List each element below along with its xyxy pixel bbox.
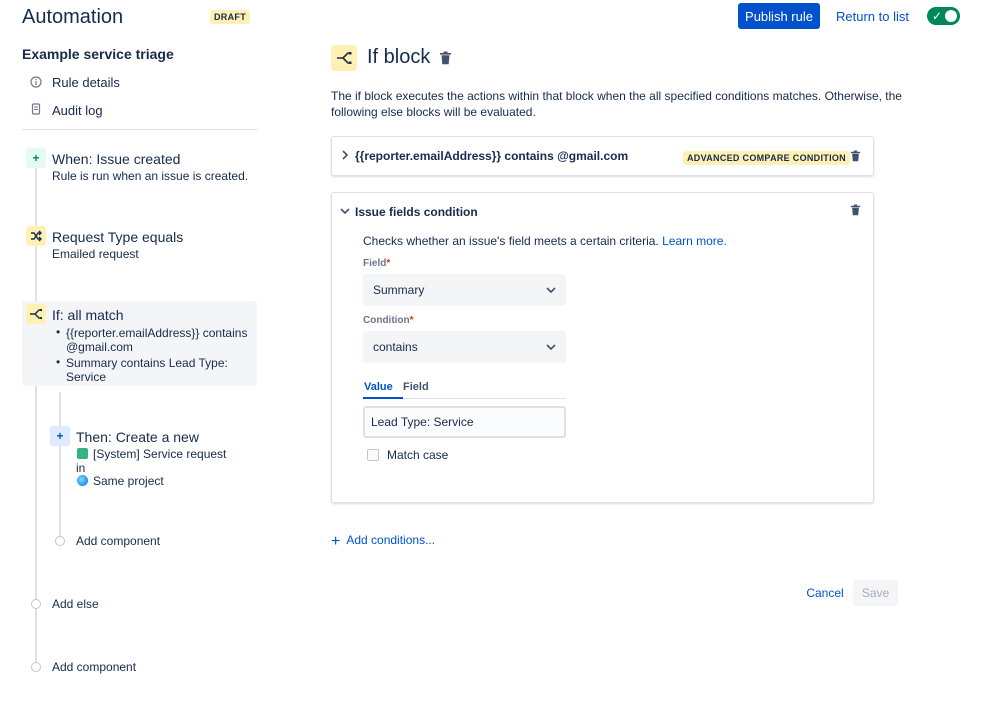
add-component-dot — [55, 536, 65, 546]
required-asterisk: * — [409, 315, 414, 326]
then-project: Same project — [93, 474, 164, 488]
bullet: • — [56, 355, 61, 369]
trigger-step-subtitle: Rule is run when an issue is created. — [52, 169, 249, 183]
condition1-title: {{reporter.emailAddress}} contains @gmai… — [355, 149, 629, 163]
active-tab-indicator — [363, 397, 403, 399]
app-title: Automation — [22, 6, 124, 28]
branch-flow-line — [59, 392, 61, 540]
branch-icon — [26, 304, 46, 324]
add-component-dot — [31, 662, 41, 672]
trash-icon[interactable] — [439, 51, 452, 68]
service-request-icon — [77, 448, 88, 459]
save-button[interactable]: Save — [853, 580, 898, 606]
cancel-button[interactable]: Cancel — [800, 580, 850, 606]
add-conditions-label: Add conditions... — [346, 533, 436, 547]
plus-icon: + — [50, 426, 70, 446]
match-case-checkbox[interactable] — [367, 449, 379, 461]
learn-more-link[interactable]: Learn more. — [662, 234, 727, 248]
rule-name: Example service triage — [22, 46, 174, 62]
toggle-knob — [945, 10, 957, 22]
add-component-outer-link[interactable]: Add component — [52, 660, 136, 674]
chevron-down-icon — [546, 340, 556, 351]
chevron-down-icon — [546, 283, 556, 294]
plus-icon: + — [331, 533, 341, 550]
project-icon — [77, 475, 88, 486]
field-select-value: Summary — [373, 283, 425, 297]
if-block-description: The if block executes the actions within… — [331, 89, 902, 119]
condition-step-title[interactable]: Request Type equals — [52, 229, 183, 245]
chevron-right-icon[interactable] — [341, 150, 349, 163]
if-step-title: If: all match — [52, 307, 124, 323]
publish-rule-button[interactable]: Publish rule — [738, 3, 820, 29]
trash-icon[interactable] — [850, 204, 861, 219]
audit-log-link[interactable]: Audit log — [52, 103, 103, 118]
condition-label-text: Condition — [363, 315, 410, 326]
document-icon — [30, 103, 42, 115]
field-label: Field* — [363, 258, 390, 269]
then-in-label: in — [76, 461, 86, 475]
sidebar-divider — [22, 129, 257, 130]
if-condition-item: {{reporter.emailAddress}} contains @gmai… — [66, 326, 248, 354]
chevron-down-icon[interactable] — [340, 207, 350, 218]
rule-enabled-toggle[interactable]: ✓ — [927, 7, 960, 25]
if-condition-item: Summary contains Lead Type: Service — [66, 356, 228, 384]
help-text: Checks whether an issue's field meets a … — [363, 234, 727, 248]
condition-step-subtitle: Emailed request — [52, 247, 139, 261]
trash-icon[interactable] — [850, 150, 861, 165]
branch-icon — [331, 45, 357, 71]
condition-select-value: contains — [373, 340, 418, 354]
info-icon — [30, 76, 42, 88]
tab-value[interactable]: Value — [364, 381, 393, 393]
tab-field[interactable]: Field — [403, 381, 429, 393]
field-label-text: Field — [363, 258, 387, 269]
return-to-list-link[interactable]: Return to list — [836, 9, 909, 24]
help-text-body: Checks whether an issue's field meets a … — [363, 234, 659, 248]
bullet: • — [56, 325, 61, 339]
then-step-title[interactable]: Then: Create a new — [76, 429, 199, 445]
shuffle-icon — [26, 226, 46, 246]
add-else-link[interactable]: Add else — [52, 597, 99, 611]
condition-select[interactable]: contains — [363, 331, 566, 363]
add-component-inner-link[interactable]: Add component — [76, 534, 160, 548]
field-select[interactable]: Summary — [363, 274, 566, 306]
condition-type-badge: ADVANCED COMPARE CONDITION — [683, 151, 850, 165]
add-conditions-link[interactable]: + Add conditions... — [331, 533, 435, 551]
plus-icon: + — [26, 148, 46, 168]
condition-label: Condition* — [363, 315, 414, 326]
add-else-dot — [31, 599, 41, 609]
page-title: If block — [367, 46, 431, 68]
trigger-step-title[interactable]: When: Issue created — [52, 151, 180, 167]
match-case-label: Match case — [387, 448, 449, 462]
required-asterisk: * — [386, 258, 391, 269]
draft-badge: DRAFT — [210, 10, 250, 24]
rule-details-link[interactable]: Rule details — [52, 75, 120, 90]
condition2-title: Issue fields condition — [355, 205, 478, 219]
value-input[interactable] — [363, 406, 566, 438]
check-icon: ✓ — [932, 9, 943, 23]
then-request-type: [System] Service request — [93, 447, 227, 461]
